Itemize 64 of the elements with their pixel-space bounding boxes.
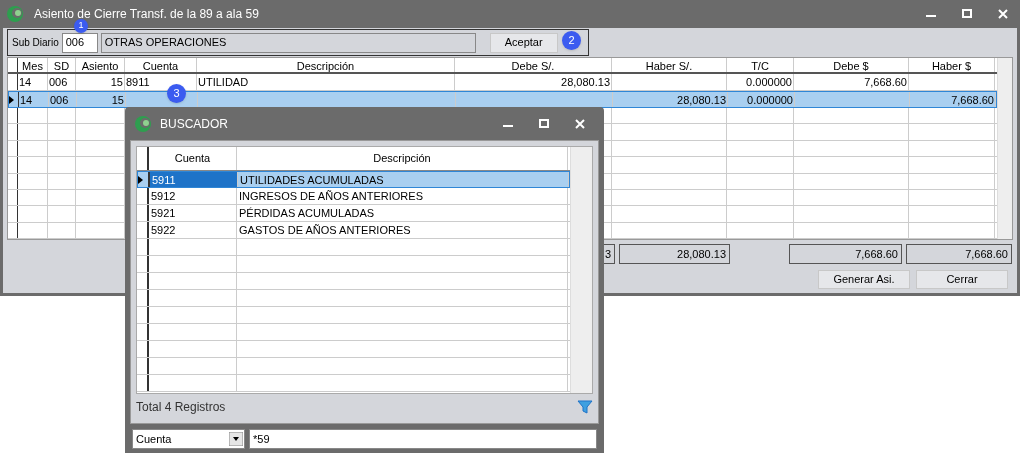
dropdown-caret-icon <box>229 432 243 446</box>
filter-icon[interactable] <box>577 399 593 415</box>
table-cell: PÉRDIDAS ACUMULADAS <box>239 207 375 219</box>
table-cell: 006 <box>49 76 68 88</box>
table-cell: 8911 <box>126 76 150 88</box>
column-header: T/C <box>727 58 794 72</box>
table-cell: 5921 <box>151 207 176 219</box>
app-logo-icon <box>6 5 24 23</box>
column-header: Debe $ <box>794 58 909 72</box>
sub-diario-code-field[interactable]: 006 <box>61 32 98 53</box>
grid-row[interactable]: 5912 INGRESOS DE AÑOS ANTERIORES <box>137 188 570 205</box>
grid-row[interactable]: 5921 PÉRDIDAS ACUMULADAS <box>137 205 570 222</box>
table-cell: 14 <box>20 94 33 106</box>
dialog-button[interactable]: Generar Asi. <box>818 270 910 289</box>
table-cell: 28,080.13 <box>561 76 610 88</box>
column-header: Asiento <box>76 58 125 72</box>
table-cell: 7,668.60 <box>864 76 907 88</box>
grid-row[interactable]: 5922 GASTOS DE AÑOS ANTERIORES <box>137 222 570 239</box>
sub-diario-label: Sub Diario <box>12 36 59 50</box>
table-cell: 5912 <box>151 190 176 202</box>
grid-row[interactable]: 5911 UTILIDADES ACUMULADAS <box>137 171 570 188</box>
app-logo-icon <box>134 114 152 133</box>
window-title: Asiento de Cierre Transf. de la 89 a ala 59 <box>34 6 259 22</box>
column-header: Descripción <box>197 58 455 72</box>
column-header: Mes <box>18 58 48 72</box>
table-cell: 5911 <box>152 174 176 186</box>
row-pointer-icon <box>138 175 143 184</box>
table-cell: 7,668.60 <box>951 94 994 106</box>
column-header: Cuenta <box>149 147 237 170</box>
table-cell: 14 <box>19 76 32 88</box>
scrollbar[interactable] <box>997 58 1012 239</box>
record-count-label: Total 4 Registros <box>136 399 226 416</box>
search-field-dropdown[interactable]: Cuenta <box>132 429 245 449</box>
accept-button[interactable]: Aceptar <box>489 32 558 53</box>
table-cell: UTILIDADES ACUMULADAS <box>240 174 384 186</box>
dialog-title: BUSCADOR <box>160 115 228 133</box>
row-pointer-icon <box>9 95 14 104</box>
scrollbar[interactable] <box>570 147 592 393</box>
column-header: SD <box>48 58 76 72</box>
table-cell: 15 <box>111 94 124 106</box>
close-icon[interactable] <box>998 9 1008 19</box>
table-cell: 0.000000 <box>746 76 792 88</box>
table-cell: 28,080.13 <box>677 94 726 106</box>
column-header: Cuenta <box>125 58 197 72</box>
column-header: Haber $ <box>909 58 995 72</box>
total-haber-dolares: 7,668.60 <box>906 244 1012 264</box>
dialog-button[interactable]: Cerrar <box>916 270 1008 289</box>
close-icon[interactable] <box>575 118 585 129</box>
table-cell: 0.000000 <box>747 94 793 106</box>
maximize-icon[interactable] <box>539 118 549 129</box>
table-cell: 006 <box>50 94 69 106</box>
table-cell: INGRESOS DE AÑOS ANTERIORES <box>239 190 423 202</box>
column-header: Debe S/. <box>455 58 612 72</box>
total-haber-soles: 28,080.13 <box>619 244 730 264</box>
total-debe-dolares: 7,668.60 <box>789 244 902 264</box>
maximize-icon[interactable] <box>962 9 972 19</box>
table-cell: 5922 <box>151 224 176 236</box>
table-cell: GASTOS DE AÑOS ANTERIORES <box>239 224 411 236</box>
search-input-field[interactable]: *59 <box>249 429 597 449</box>
column-header: Haber S/. <box>612 58 727 72</box>
table-cell: UTILIDAD <box>198 76 249 88</box>
sub-diario-name-field: OTRAS OPERACIONES <box>100 32 476 53</box>
column-header: Descripción <box>237 147 568 170</box>
table-cell: 15 <box>110 76 123 88</box>
